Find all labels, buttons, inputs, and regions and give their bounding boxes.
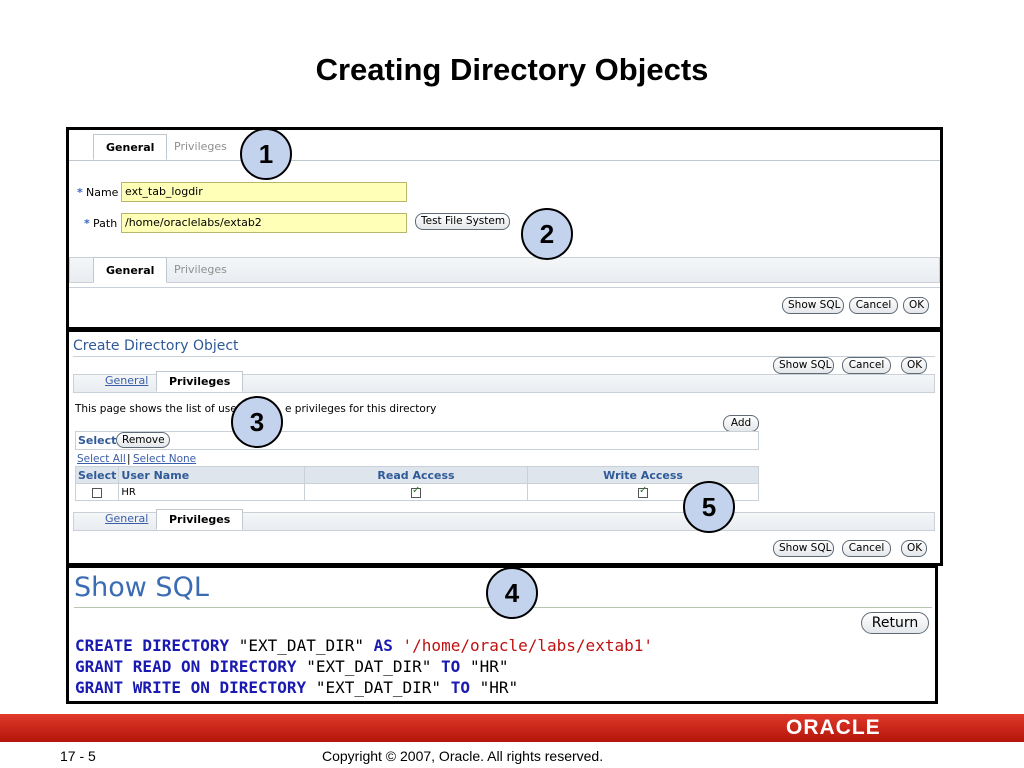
select-toolbar: Select Remove (75, 431, 759, 450)
row-select-checkbox[interactable] (92, 487, 103, 498)
sql-token: CREATE DIRECTORY (75, 636, 239, 655)
show-sql-title: Show SQL (74, 572, 209, 603)
sql-token: "EXT_DAT_DIR" (306, 657, 442, 676)
tab-general[interactable]: General (93, 257, 168, 283)
cancel-button[interactable]: Cancel (849, 297, 898, 314)
tab-general[interactable]: General (93, 134, 168, 160)
sql-token: "HR" (479, 678, 519, 697)
show-sql-button[interactable]: Show SQL (773, 540, 834, 557)
column-header-read: Read Access (303, 466, 529, 484)
read-access-checkbox[interactable] (411, 485, 422, 498)
callout-3: 3 (231, 396, 283, 448)
tab-privileges[interactable]: Privileges (156, 509, 244, 530)
callout-5: 5 (683, 481, 735, 533)
privileges-table: Select User Name Read Access Write Acces… (74, 466, 759, 501)
cancel-button[interactable]: Cancel (842, 357, 891, 374)
sql-token: '/home/oracle/labs/extab1' (402, 636, 653, 655)
divider (69, 287, 940, 288)
table-header-row: Select User Name Read Access Write Acces… (74, 466, 759, 484)
table-row: HR (74, 483, 759, 501)
column-header-write: Write Access (527, 466, 759, 484)
row-select-cell (74, 483, 120, 501)
column-header-user: User Name (118, 466, 305, 484)
sql-token: "HR" (469, 657, 509, 676)
user-name-cell: HR (118, 483, 305, 501)
sql-line-1: CREATE DIRECTORY "EXT_DAT_DIR" AS '/home… (75, 636, 653, 655)
required-mark: * (84, 217, 90, 230)
sql-token: GRANT WRITE ON DIRECTORY (75, 678, 316, 697)
panel-title: Create Directory Object (73, 338, 239, 354)
sql-token: TO (450, 678, 480, 697)
cancel-button[interactable]: Cancel (842, 540, 891, 557)
oracle-logo: ORACLE (786, 716, 881, 739)
ok-button[interactable]: OK (901, 540, 927, 557)
sql-token: TO (441, 657, 470, 676)
tab-privileges[interactable]: Privileges (156, 371, 244, 392)
ok-button[interactable]: OK (903, 297, 929, 314)
page-description: This page shows the list of user (75, 403, 241, 415)
add-button[interactable]: Add (723, 415, 759, 432)
select-label: Select (78, 434, 117, 447)
remove-button[interactable]: Remove (116, 432, 170, 448)
read-access-cell (303, 483, 529, 501)
callout-1: 1 (240, 128, 292, 180)
select-all-link[interactable]: Select All (77, 453, 126, 465)
ok-button[interactable]: OK (901, 357, 927, 374)
callout-4: 4 (486, 567, 538, 619)
page-description-end: e privileges for this directory (285, 403, 437, 415)
sql-token: AS (373, 636, 403, 655)
copyright: Copyright © 2007, Oracle. All rights res… (322, 748, 604, 764)
path-label: Path (93, 217, 118, 230)
tab-general[interactable]: General (93, 509, 160, 529)
required-mark: * (77, 186, 83, 199)
callout-2: 2 (521, 208, 573, 260)
tab-general[interactable]: General (93, 371, 160, 391)
page-number: 17 - 5 (60, 748, 96, 764)
sql-line-2: GRANT READ ON DIRECTORY "EXT_DAT_DIR" TO… (75, 657, 508, 676)
sql-token: GRANT READ ON DIRECTORY (75, 657, 307, 676)
write-access-checkbox[interactable] (638, 485, 649, 498)
sql-line-3: GRANT WRITE ON DIRECTORY "EXT_DAT_DIR" T… (75, 678, 518, 697)
tab-privileges[interactable]: Privileges (162, 134, 239, 159)
slide-title: Creating Directory Objects (315, 52, 709, 87)
test-file-system-button[interactable]: Test File System (415, 213, 510, 230)
tab-privileges[interactable]: Privileges (162, 257, 239, 282)
name-label: Name (86, 186, 119, 199)
show-sql-button[interactable]: Show SQL (773, 357, 834, 374)
sql-token: "EXT_DAT_DIR" (238, 636, 374, 655)
directory-general-panel: General Privileges * Name ext_tab_logdir… (66, 127, 943, 330)
path-field[interactable]: /home/oraclelabs/extab2 (121, 213, 407, 233)
sql-token: "EXT_DAT_DIR" (315, 678, 451, 697)
create-directory-privileges-panel: Create Directory Object Show SQL Cancel … (66, 329, 943, 566)
name-field[interactable]: ext_tab_logdir (121, 182, 407, 202)
select-none-link[interactable]: Select None (133, 453, 196, 465)
show-sql-button[interactable]: Show SQL (782, 297, 844, 314)
column-header-select: Select (74, 466, 119, 484)
select-divider: | (127, 453, 131, 465)
return-button[interactable]: Return (861, 612, 929, 634)
